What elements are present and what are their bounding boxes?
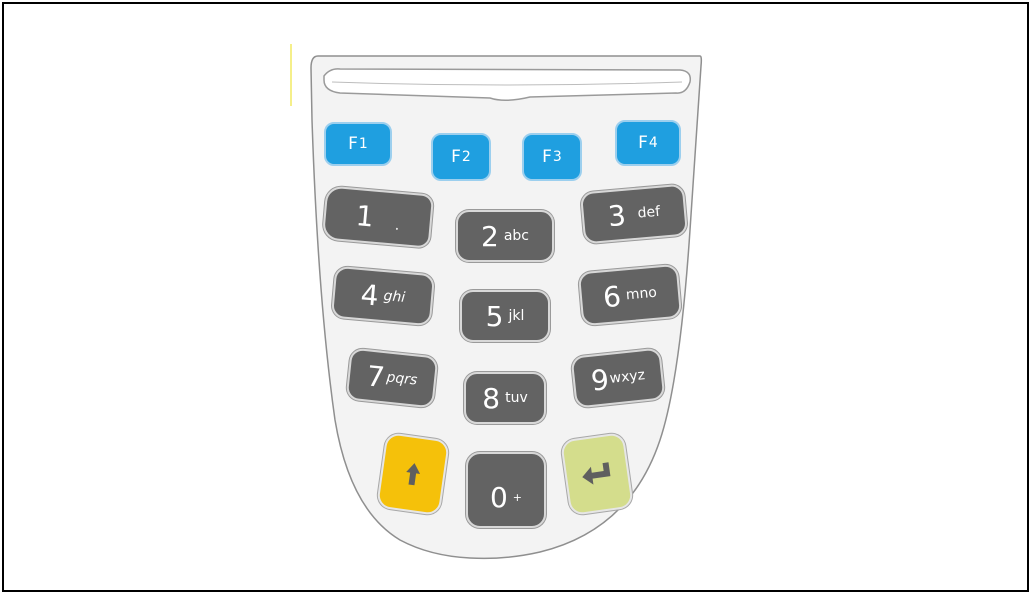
f2-key-number: 2 [461,149,471,165]
key-4[interactable]: 4 ghi [330,265,436,327]
f4-key[interactable]: F4 [615,120,681,166]
key-4-number: 4 [359,277,381,313]
key-2-letters: abc [503,228,529,244]
key-8[interactable]: 8 tuv [464,372,546,424]
key-6[interactable]: 6 mno [577,263,683,327]
key-0[interactable]: 0 + [466,452,546,528]
key-8-number: 8 [482,381,501,415]
f4-key-letter: F [638,133,648,153]
key-3-number: 3 [606,198,628,233]
key-7-letters: pqrs [385,369,419,389]
key-1[interactable]: 1. [321,185,435,249]
key-2[interactable]: 2 abc [456,210,554,262]
enter-return-icon [582,462,611,485]
f1-key-number: 1 [358,136,368,152]
key-0-number: 0 [489,480,508,514]
key-2-number: 2 [481,219,499,253]
shift-key[interactable] [376,431,450,517]
f2-key[interactable]: F2 [431,133,491,181]
key-1-number: 1 [354,198,376,234]
key-3[interactable]: 3 def [579,183,689,245]
key-4-letters: ghi [382,288,406,306]
key-1-letters: . [394,217,401,234]
key-0-letters: + [512,490,523,504]
key-9-letters: wxyz [608,367,646,387]
f3-key[interactable]: F3 [522,133,582,181]
key-5[interactable]: 5 jkl [460,290,550,342]
f1-key[interactable]: F1 [324,122,392,166]
key-9[interactable]: 9 wxyz [570,347,666,409]
key-6-letters: mno [625,284,658,304]
key-5-number: 5 [485,299,504,333]
key-7[interactable]: 7 pqrs [345,347,439,409]
key-8-letters: tuv [505,390,528,406]
key-6-number: 6 [601,279,623,314]
arrow-up-icon [406,463,421,486]
key-5-letters: jkl [508,308,525,324]
key-3-letters: def [636,203,661,222]
f3-key-number: 3 [552,149,562,165]
f2-key-letter: F [451,147,461,167]
key-9-number: 9 [589,362,611,398]
f1-key-letter: F [348,134,358,154]
f3-key-letter: F [542,147,552,167]
enter-key[interactable] [560,431,634,517]
f4-key-number: 4 [648,135,658,151]
key-7-number: 7 [365,358,387,394]
